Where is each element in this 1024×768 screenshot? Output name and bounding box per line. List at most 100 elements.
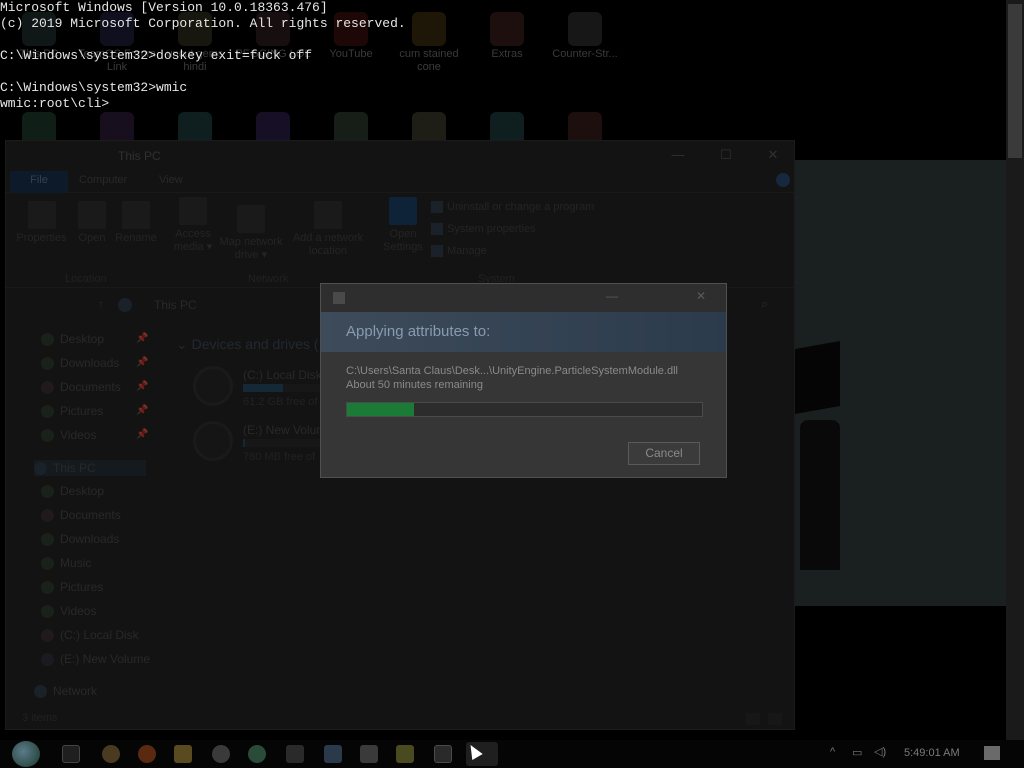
status-bar: 3 items	[6, 711, 794, 729]
file-explorer-icon[interactable]	[174, 745, 192, 763]
nav-item-pc-pictures[interactable]: Pictures	[41, 580, 103, 595]
rename-button[interactable]: Rename	[112, 201, 160, 245]
tab-computer[interactable]: Computer	[79, 174, 127, 186]
nav-item-videos[interactable]: Videos	[41, 428, 96, 443]
progress-bar	[346, 402, 703, 417]
app-icon[interactable]	[396, 745, 414, 763]
close-icon[interactable]: ✕	[763, 147, 783, 163]
minimize-icon[interactable]: —	[606, 289, 618, 303]
drive-icon	[41, 629, 54, 643]
desktop-icon-extras[interactable]: Extras	[468, 12, 546, 61]
uninstall-program-link[interactable]: Uninstall or change a program	[431, 201, 594, 214]
properties-icon	[27, 201, 56, 229]
open-button[interactable]: Open	[72, 201, 112, 245]
attributes-progress-dialog[interactable]: — ✕ Applying attributes to: C:\Users\San…	[320, 283, 727, 478]
nav-item-pc-videos[interactable]: Videos	[41, 604, 96, 619]
nav-item-pc-desktop[interactable]: Desktop	[41, 484, 104, 499]
dialog-titlebar[interactable]: — ✕	[321, 284, 726, 312]
drive-c-usage-bar	[243, 384, 323, 392]
access-media-button[interactable]: Access media ▾	[168, 197, 218, 254]
drive-icon	[41, 653, 54, 667]
desktop-icon-this-pc[interactable]: This PC	[0, 12, 78, 61]
help-icon[interactable]	[776, 173, 790, 187]
up-arrow-icon[interactable]: ↑	[98, 297, 104, 311]
app-icon[interactable]	[434, 745, 452, 763]
wallpaper-figure	[795, 341, 840, 414]
volume-icon[interactable]: ◁)	[874, 745, 886, 758]
task-view-icon[interactable]	[62, 745, 80, 763]
cancel-button[interactable]: Cancel	[628, 442, 700, 465]
map-network-drive-button[interactable]: Map network drive ▾	[216, 205, 286, 262]
system-properties-link[interactable]: System properties	[431, 223, 536, 236]
nav-item-pictures[interactable]: Pictures	[41, 404, 103, 419]
scrollbar-thumb[interactable]	[1008, 4, 1022, 158]
desktop-icon-pegging[interactable]: PEGGING LOL	[234, 12, 312, 61]
properties-button[interactable]: Properties	[14, 201, 69, 245]
nav-item-this-pc[interactable]: This PC	[34, 460, 146, 477]
clock[interactable]: 5:49:01 AM	[904, 747, 960, 759]
dialog-heading-band: Applying attributes to:	[321, 312, 726, 352]
pin-icon: 📌	[136, 429, 149, 440]
search-icon[interactable]: ⌕	[761, 296, 768, 312]
drive-c-icon	[193, 366, 233, 406]
manage-link[interactable]: Manage	[431, 245, 487, 258]
browser-icon[interactable]	[248, 745, 266, 763]
open-icon	[78, 201, 106, 229]
videos-icon	[41, 605, 54, 619]
firefox-icon[interactable]	[138, 745, 156, 763]
drive-e-usage-bar	[243, 439, 323, 447]
youtube-icon	[334, 12, 368, 46]
ribbon-tabs: File Computer View	[6, 171, 794, 193]
chrome-icon[interactable]	[102, 745, 120, 763]
this-pc-icon	[118, 298, 132, 312]
explorer-titlebar[interactable]: This PC — ☐ ✕	[6, 141, 794, 171]
folder-icon	[490, 12, 524, 46]
cone-icon	[412, 12, 446, 46]
start-button[interactable]	[8, 740, 44, 768]
pictures-icon	[41, 581, 54, 595]
documents-icon	[41, 381, 54, 395]
section-header-devices[interactable]: ⌄ Devices and drives (	[176, 336, 318, 353]
7zip-icon[interactable]	[286, 745, 304, 763]
desktop-icon-cone[interactable]: cum stained cone	[390, 12, 468, 74]
pin-icon: 📌	[136, 333, 149, 344]
nav-item-pc-music[interactable]: Music	[41, 556, 91, 571]
breadcrumb[interactable]: This PC	[154, 298, 197, 312]
network-icon[interactable]: ▭	[852, 746, 862, 759]
tab-view[interactable]: View	[159, 174, 183, 186]
nav-item-documents[interactable]: Documents	[41, 380, 121, 395]
chevron-up-icon[interactable]: ^	[830, 746, 835, 758]
details-view-icon[interactable]	[746, 713, 760, 725]
nav-item-network[interactable]: Network	[34, 684, 97, 699]
network-drive-icon	[237, 205, 265, 233]
notification-icon[interactable]	[984, 746, 1000, 760]
console-scrollbar[interactable]	[1006, 0, 1024, 740]
yandex-icon[interactable]	[212, 745, 230, 763]
nav-item-pc-documents[interactable]: Documents	[41, 508, 121, 523]
tab-file[interactable]: File	[10, 171, 68, 193]
group-network-label: Network	[248, 273, 289, 285]
desktop-icon-teamos[interactable]: TeamOS Forum Link	[78, 12, 156, 74]
close-icon[interactable]: ✕	[696, 289, 706, 303]
open-settings-button[interactable]: Open Settings	[378, 197, 428, 254]
nav-item-drive-c[interactable]: (C:) Local Disk	[41, 628, 139, 643]
add-network-location-button[interactable]: Add a network location	[288, 201, 368, 258]
store-icon[interactable]	[360, 745, 378, 763]
nav-item-desktop[interactable]: Desktop	[41, 332, 104, 347]
video-icon	[178, 12, 212, 46]
maximize-icon[interactable]: ☐	[716, 147, 736, 163]
app-icon[interactable]	[324, 745, 342, 763]
nav-item-downloads[interactable]: Downloads	[41, 356, 119, 371]
minimize-icon[interactable]: —	[668, 147, 688, 162]
downloads-icon	[41, 533, 54, 547]
nav-item-drive-e[interactable]: (E:) New Volume	[41, 652, 150, 667]
nav-item-pc-downloads[interactable]: Downloads	[41, 532, 119, 547]
windows-start-icon	[12, 741, 40, 767]
large-icons-view-icon[interactable]	[768, 713, 782, 725]
desktop-icon	[41, 333, 54, 347]
desktop-icon-counter-strike[interactable]: Counter-Str...	[546, 12, 624, 61]
desktop-icon-uncut-gems[interactable]: uncut gems hindi	[156, 12, 234, 74]
ribbon: Properties Open Rename Access media ▾ Ma…	[6, 193, 794, 288]
dialog-app-icon	[333, 292, 345, 304]
desktop-icon-youtube[interactable]: YouTube	[312, 12, 390, 61]
